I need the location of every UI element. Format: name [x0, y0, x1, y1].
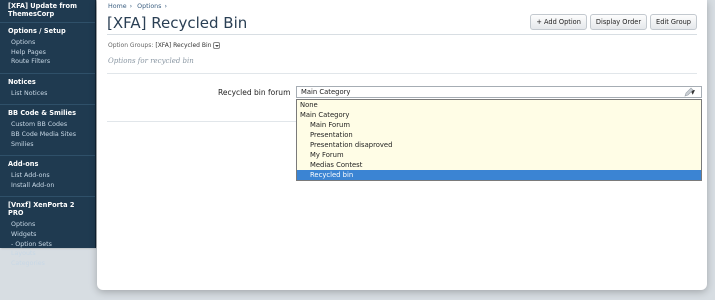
- sidebar-item-custom-bb-codes[interactable]: Custom BB Codes: [0, 120, 95, 130]
- sidebar-item-install-addon[interactable]: Install Add-on: [0, 181, 95, 191]
- sidebar-item-smilies[interactable]: Smilies: [0, 140, 95, 150]
- chevron-down-icon[interactable]: [213, 42, 221, 49]
- sidebar-item-list-notices[interactable]: List Notices: [0, 89, 95, 99]
- admin-sidebar: [XFA] Update from ThemesCorp Options / S…: [0, 0, 96, 267]
- dropdown-option-presentation[interactable]: Presentation: [297, 130, 701, 140]
- option-groups-value: [XFA] Recycled Bin: [155, 42, 212, 49]
- pencil-icon[interactable]: [684, 87, 694, 97]
- top-buttons: + Add Option Display Order Edit Group: [530, 14, 697, 30]
- breadcrumb-separator: ›: [129, 3, 133, 10]
- dropdown-option-presentation-disaproved[interactable]: Presentation disaproved: [297, 140, 701, 150]
- breadcrumb: Home › Options ›: [108, 3, 170, 10]
- divider: [107, 73, 697, 74]
- sidebar-item-bb-code-media-sites[interactable]: BB Code Media Sites: [0, 130, 95, 140]
- option-groups: Option Groups: [XFA] Recycled Bin: [108, 42, 221, 49]
- sidebar-item-categories[interactable]: Categories: [0, 259, 95, 269]
- sidebar-item-xp-options[interactable]: Options: [0, 220, 95, 230]
- sidebar-top-group[interactable]: [XFA] Update from ThemesCorp: [0, 0, 95, 22]
- dropdown-option-main-forum[interactable]: Main Forum: [297, 120, 701, 130]
- dropdown-option-recycled-bin[interactable]: Recycled bin: [297, 170, 701, 180]
- sidebar-item-list-addons[interactable]: List Add-ons: [0, 171, 95, 181]
- dropdown-option-none[interactable]: None: [297, 100, 701, 110]
- sidebar-section-xenporta[interactable]: [Vnxf] XenPorta 2 PRO: [0, 196, 95, 220]
- sidebar-section-bbcode[interactable]: BB Code & Smilies: [0, 104, 95, 120]
- main-content: Home › Options › [XFA] Recycled Bin + Add …: [97, 0, 707, 290]
- sidebar-section-notices[interactable]: Notices: [0, 72, 95, 89]
- dropdown-option-medias-contest[interactable]: Medias Contest: [297, 160, 701, 170]
- display-order-button[interactable]: Display Order: [589, 14, 648, 30]
- breadcrumb-separator: ›: [164, 3, 167, 10]
- sidebar-item-route-filters[interactable]: Route Filters: [0, 57, 95, 67]
- sidebar-item-widgets[interactable]: Widgets: [0, 230, 95, 240]
- group-description: Options for recycled bin: [108, 57, 194, 65]
- dropdown-option-main-category[interactable]: Main Category: [297, 110, 701, 120]
- dropdown-option-my-forum[interactable]: My Forum: [297, 150, 701, 160]
- sidebar-section-addons[interactable]: Add-ons: [0, 155, 95, 171]
- page-title: [XFA] Recycled Bin: [107, 14, 248, 32]
- recycled-bin-forum-label: Recycled bin forum: [218, 88, 291, 97]
- recycled-bin-forum-select[interactable]: Main Category ▼: [296, 86, 702, 98]
- sidebar-section-options-setup[interactable]: Options / Setup: [0, 22, 95, 38]
- select-current-value: Main Category: [301, 88, 351, 96]
- sidebar-item-option-sets[interactable]: - Option Sets: [0, 240, 95, 250]
- option-groups-label: Option Groups:: [108, 42, 154, 49]
- sidebar-item-options[interactable]: Options: [0, 38, 95, 48]
- edit-group-button[interactable]: Edit Group: [650, 14, 697, 30]
- breadcrumb-home[interactable]: Home: [108, 3, 127, 10]
- forum-dropdown-list: None Main Category Main Forum Presentati…: [296, 99, 702, 181]
- divider: [107, 34, 697, 35]
- sidebar-item-help-pages[interactable]: Help Pages: [0, 48, 95, 58]
- sidebar-item-layouts[interactable]: Layouts: [0, 249, 95, 259]
- add-option-button[interactable]: + Add Option: [530, 14, 587, 30]
- breadcrumb-options[interactable]: Options: [137, 3, 161, 10]
